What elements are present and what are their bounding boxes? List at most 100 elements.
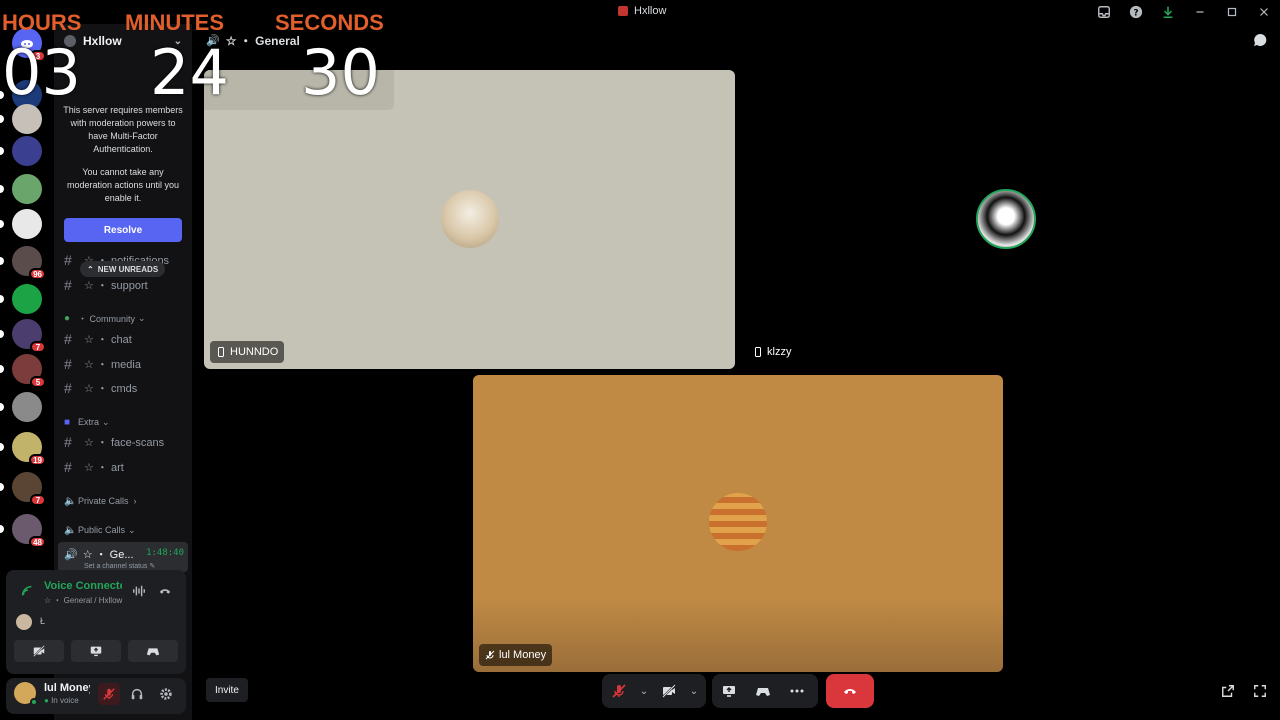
user-status-text: In voice (51, 696, 79, 705)
mobile-icon (755, 347, 761, 357)
camera-off-button[interactable] (14, 640, 64, 662)
camera-options-chevron-icon[interactable]: ⌄ (686, 674, 702, 708)
deafen-button[interactable] (126, 683, 148, 705)
mobile-icon (218, 347, 224, 357)
category-community[interactable]: ● ・ Community ⌄ (64, 310, 184, 326)
more-options-icon[interactable] (780, 674, 814, 708)
unread-pill (0, 185, 4, 193)
unread-pill (0, 220, 4, 228)
channel-label: ☆ ・ media (84, 359, 141, 371)
activities-button[interactable] (128, 640, 178, 662)
hash-icon: # (64, 380, 72, 396)
server-icon[interactable] (0, 392, 42, 422)
voice-channel-name-row: 🔊 ☆ ・ Ge... (64, 546, 134, 562)
inbox-icon[interactable] (1088, 0, 1120, 24)
chevron-right-icon: › (133, 496, 137, 506)
server-icon[interactable] (0, 284, 42, 314)
voice-channel-general[interactable]: 🔊 ☆ ・ Ge... 1:48:40 Set a channel status… (58, 542, 188, 572)
channel-art[interactable]: # ☆ ・ art (64, 457, 184, 477)
participant-avatar (709, 493, 767, 551)
participant-tile-hunndo[interactable]: HUNNDO (204, 70, 735, 369)
chat-bubble-icon[interactable] (1252, 32, 1268, 53)
category-private-calls[interactable]: 🔈 Private Calls › (64, 493, 184, 509)
server-icon[interactable]: 7 (0, 472, 46, 506)
server-avatar (12, 136, 42, 166)
user-panel: lul Money ● In voice (6, 678, 186, 714)
mute-mic-button[interactable] (602, 674, 636, 708)
hash-icon: # (64, 434, 72, 450)
server-icon[interactable] (0, 136, 42, 166)
unread-pill (0, 330, 4, 338)
noise-suppression-icon[interactable] (132, 584, 146, 601)
hang-up-icon (844, 689, 856, 694)
screen-share-button[interactable] (71, 640, 121, 662)
disconnect-icon[interactable] (158, 584, 172, 601)
channel-support[interactable]: # ☆ ・ support (64, 275, 184, 295)
server-icon[interactable]: 5 (0, 354, 46, 388)
category-public-calls[interactable]: 🔈 Public Calls ⌄ (64, 522, 184, 538)
user-name[interactable]: lul Money (44, 682, 90, 694)
guild-name: Hxllow (83, 34, 122, 48)
chevron-down-icon: ⌄ (102, 416, 110, 427)
voice-connected-panel: Voice Connected ☆ ・ General / Hxllow Ł (6, 570, 186, 674)
participant-tile-klzzy[interactable]: klzzy (741, 70, 1272, 369)
channel-label: ☆ ・ support (84, 280, 148, 292)
channel-cmds[interactable]: # ☆ ・ cmds (64, 378, 184, 398)
server-icon[interactable] (0, 209, 42, 239)
server-icon[interactable]: 19 (0, 432, 46, 466)
minimize-icon[interactable] (1184, 0, 1216, 24)
invite-button[interactable]: Invite (206, 678, 248, 702)
server-icon[interactable] (0, 174, 42, 204)
server-avatar (12, 174, 42, 204)
timer-minutes-value: 24 (150, 36, 229, 109)
voice-status-subtitle[interactable]: ☆ ・ General / Hxllow (44, 595, 124, 606)
set-channel-status[interactable]: Set a channel status ✎ (84, 562, 155, 570)
channel-media[interactable]: # ☆ ・ media (64, 354, 184, 374)
participant-tile-lul-money[interactable]: lul Money (473, 375, 1003, 672)
settings-button[interactable] (155, 683, 177, 705)
category-extra[interactable]: ■ Extra ⌄ (64, 414, 184, 430)
mfa-notice-text-1: This server requires members with modera… (63, 105, 183, 154)
mfa-notice-text-2: You cannot take any moderation actions u… (66, 167, 180, 203)
camera-off-button[interactable] (652, 674, 686, 708)
mic-options-chevron-icon[interactable]: ⌄ (636, 674, 652, 708)
mention-badge: 96 (29, 268, 46, 280)
server-icon[interactable]: 96 (0, 246, 46, 280)
help-icon[interactable]: ? (1120, 0, 1152, 24)
window-title-area: Hxllow (618, 5, 666, 17)
maximize-icon[interactable] (1216, 0, 1248, 24)
user-status: ● In voice (44, 696, 79, 705)
mute-button[interactable] (98, 683, 120, 705)
pop-out-icon[interactable] (1218, 681, 1238, 701)
title-bar-actions: ? (1088, 0, 1280, 24)
mfa-notice: This server requires members with modera… (62, 104, 184, 215)
server-icon[interactable]: 48 (0, 514, 46, 548)
timer-overlay: HOURS MINUTES SECONDS (0, 10, 400, 36)
download-icon[interactable] (1152, 0, 1184, 24)
mention-badge: 19 (29, 454, 46, 466)
window-title: Hxllow (634, 5, 667, 17)
channel-label: ☆ ・ chat (84, 334, 132, 346)
close-icon[interactable] (1248, 0, 1280, 24)
member-avatar[interactable] (16, 614, 32, 630)
voice-status-title[interactable]: Voice Connected (44, 580, 122, 592)
fullscreen-icon[interactable] (1250, 681, 1270, 701)
speaker-active-icon: ● (44, 696, 49, 705)
activities-button[interactable] (746, 674, 780, 708)
server-icon[interactable]: 7 (0, 319, 46, 353)
disconnect-call-button[interactable] (826, 674, 874, 708)
signal-icon (16, 580, 38, 602)
speaker-icon: 🔈 (64, 495, 77, 507)
voice-stage: 🔊 ☆ ・ General HUNNDO klzzy lul Money (194, 24, 1280, 720)
mic-muted-icon (485, 650, 495, 660)
channel-face-scans[interactable]: # ☆ ・ face-scans (64, 432, 184, 452)
resolve-button[interactable]: Resolve (64, 218, 182, 242)
channel-label: ☆ ・ cmds (84, 383, 138, 395)
category-label: Private Calls (78, 496, 129, 506)
speaker-icon: 🔈 (64, 524, 77, 536)
channel-chat[interactable]: # ☆ ・ chat (64, 329, 184, 349)
flag-icon: ■ (64, 416, 71, 428)
timer-seconds-label: SECONDS (275, 10, 384, 35)
screen-share-button[interactable] (712, 674, 746, 708)
online-status-indicator (30, 698, 38, 706)
